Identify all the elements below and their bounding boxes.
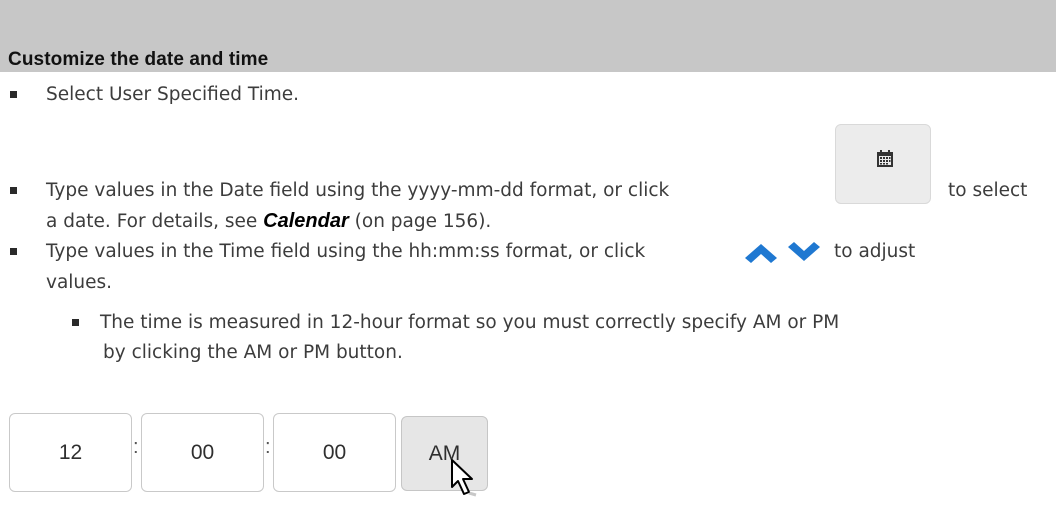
calendar-icon	[877, 150, 893, 167]
bullet	[10, 91, 17, 98]
step-time-line2: values.	[46, 272, 113, 293]
bullet	[10, 248, 17, 255]
step-date-line2-after: (on page 156).	[354, 211, 492, 232]
sub-step-12-hour-line2: by clicking the AM or PM button.	[103, 342, 403, 363]
step-date-text: Type values in the Date field using the …	[46, 180, 670, 201]
chevron-up-icon[interactable]	[744, 242, 778, 264]
time-separator: :	[265, 436, 271, 458]
mouse-pointer-icon	[451, 459, 477, 497]
step-time-text: Type values in the Time field using the …	[46, 241, 646, 262]
bullet	[10, 187, 17, 194]
calendar-link[interactable]: Calendar	[263, 210, 349, 232]
chevron-down-icon[interactable]	[787, 241, 821, 263]
step-time-text-end: to adjust	[834, 241, 916, 262]
step-date-line2-before: a date. For details, see	[46, 211, 258, 232]
step-date-text-end: to select	[948, 180, 1028, 201]
section-heading: Customize the date and time	[8, 49, 269, 70]
minute-field[interactable]: 00	[141, 413, 264, 492]
sub-step-12-hour: The time is measured in 12-hour format s…	[100, 312, 840, 333]
second-field[interactable]: 00	[273, 413, 396, 492]
step-select-user-specified: Select User Specified Time.	[46, 84, 299, 105]
sub-bullet	[72, 319, 79, 326]
calendar-button[interactable]	[835, 124, 931, 204]
hour-field[interactable]: 12	[9, 413, 132, 492]
time-separator: :	[133, 436, 139, 458]
step-date-line2: a date. For details, see Calendar (on pa…	[46, 209, 491, 234]
